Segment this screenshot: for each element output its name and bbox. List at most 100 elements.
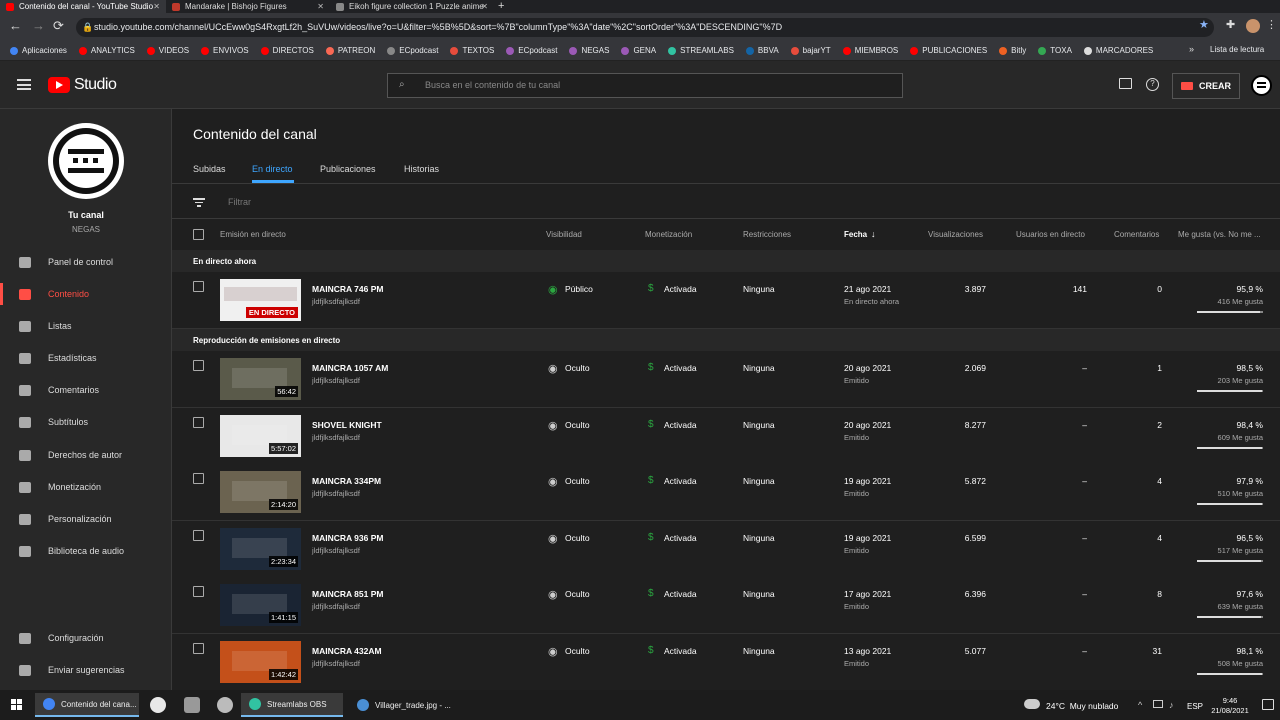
video-title[interactable]: MAINCRA 1057 AM xyxy=(312,363,388,373)
more-bookmarks-icon[interactable]: » xyxy=(1189,44,1194,54)
bookmark-item[interactable]: ANALYTICS xyxy=(78,46,135,55)
volume-icon[interactable]: ♪ xyxy=(1169,700,1174,710)
taskbar-app[interactable]: Contenido del cana... xyxy=(35,693,139,717)
content-tab[interactable]: En directo xyxy=(252,164,293,174)
sidebar-item[interactable]: Listas xyxy=(0,311,172,341)
filter-input[interactable]: Filtrar xyxy=(228,197,251,207)
new-tab-icon[interactable]: + xyxy=(498,0,504,12)
row-checkbox[interactable] xyxy=(193,281,204,292)
row-checkbox[interactable] xyxy=(193,642,204,654)
bookmark-item[interactable]: BBVA xyxy=(745,46,779,55)
bookmark-item[interactable]: GENA xyxy=(621,46,656,55)
visibility-status[interactable]: Oculto xyxy=(565,646,590,656)
sidebar-item[interactable]: Estadísticas xyxy=(0,343,172,373)
bookmark-item[interactable]: PATREON xyxy=(325,46,375,55)
visibility-status[interactable]: Público xyxy=(565,284,593,294)
bookmark-item[interactable]: ENVIVOS xyxy=(201,46,249,55)
help-icon[interactable]: ? xyxy=(1146,78,1159,91)
row-checkbox[interactable] xyxy=(193,360,204,371)
video-thumbnail[interactable]: 56:42 xyxy=(220,358,301,400)
table-row[interactable]: 56:42 MAINCRA 1057 AM jldfjlksdfajlksdf ◉ Oc… xyxy=(172,351,1280,408)
weather-text[interactable]: 24°C Muy nublado xyxy=(1046,701,1118,711)
video-title[interactable]: MAINCRA 851 PM xyxy=(312,589,383,599)
monetization-status[interactable]: Activada xyxy=(664,363,697,373)
monetization-status[interactable]: Activada xyxy=(664,476,697,486)
column-header[interactable]: Fecha xyxy=(844,230,867,239)
network-icon[interactable] xyxy=(1153,700,1163,708)
sidebar-item[interactable]: Derechos de autor xyxy=(0,440,172,470)
tab-close-icon[interactable]: ✕ xyxy=(481,2,488,11)
table-row[interactable]: 2:14:20 MAINCRA 334PM jldfjlksdfajlksdf ◉ Oc… xyxy=(172,464,1280,521)
video-thumbnail[interactable]: 1:41:15 xyxy=(220,584,301,626)
sidebar-item[interactable]: Panel de control xyxy=(0,247,172,277)
sort-arrow-icon[interactable]: ↓ xyxy=(871,229,876,239)
profile-avatar[interactable] xyxy=(1246,19,1260,33)
table-row[interactable]: 1:42:42 MAINCRA 432AM jldfjlksdfajlksdf ◉ Oc… xyxy=(172,633,1280,691)
forward-icon[interactable]: → xyxy=(32,18,45,33)
browser-tab[interactable]: Eikoh figure collection 1 Puzzle anime ✕ xyxy=(330,0,494,13)
account-avatar[interactable] xyxy=(1251,75,1272,96)
select-all-checkbox[interactable] xyxy=(193,229,204,240)
monetization-status[interactable]: Activada xyxy=(664,420,697,430)
video-thumbnail[interactable]: 2:14:20 xyxy=(220,471,301,513)
back-icon[interactable]: ← xyxy=(9,18,22,33)
browser-tab[interactable]: Contenido del canal - YouTube Studio ✕ xyxy=(0,0,166,13)
column-header[interactable]: Comentarios xyxy=(1114,230,1159,239)
video-thumbnail[interactable]: EN DIRECTO xyxy=(220,279,301,321)
bookmark-item[interactable]: ECpodcast xyxy=(506,46,557,55)
visibility-status[interactable]: Oculto xyxy=(565,589,590,599)
hamburger-icon[interactable] xyxy=(17,79,31,90)
bookmark-item[interactable]: PUBLICACIONES xyxy=(910,46,987,55)
video-title[interactable]: SHOVEL KNIGHT xyxy=(312,420,382,430)
row-checkbox[interactable] xyxy=(193,529,204,541)
app-icon-3[interactable] xyxy=(217,697,233,713)
table-row[interactable]: 1:41:15 MAINCRA 851 PM jldfjlksdfajlksdf ◉ O… xyxy=(172,577,1280,634)
bookmark-item[interactable]: DIRECTOS xyxy=(260,46,314,55)
visibility-status[interactable]: Oculto xyxy=(565,363,590,373)
video-thumbnail[interactable]: 5:57:02 xyxy=(220,414,301,457)
bookmark-item[interactable]: TOXA xyxy=(1038,46,1072,55)
video-title[interactable]: MAINCRA 334PM xyxy=(312,476,381,486)
sidebar-item[interactable]: Contenido xyxy=(0,279,172,309)
feedback-icon[interactable] xyxy=(1119,78,1132,89)
star-icon[interactable]: ★ xyxy=(1199,18,1209,31)
tray-chevron-icon[interactable]: ^ xyxy=(1138,700,1142,710)
address-bar[interactable]: 🔒 studio.youtube.com/channel/UCcEww0gS4R… xyxy=(76,18,1214,37)
video-title[interactable]: MAINCRA 936 PM xyxy=(312,533,383,543)
filter-icon[interactable] xyxy=(193,198,205,207)
monetization-status[interactable]: Activada xyxy=(664,533,697,543)
video-title[interactable]: MAINCRA 746 PM xyxy=(312,284,383,294)
tab-close-icon[interactable]: ✕ xyxy=(317,2,324,11)
sidebar-item[interactable]: Personalización xyxy=(0,504,172,534)
sidebar-item[interactable]: Monetización xyxy=(0,472,172,502)
column-header[interactable]: Me gusta (vs. No me ... xyxy=(1178,230,1261,239)
column-header[interactable]: Visualizaciones xyxy=(928,230,983,239)
visibility-status[interactable]: Oculto xyxy=(565,420,590,430)
bookmark-item[interactable]: NEGAS xyxy=(569,46,609,55)
bookmark-item[interactable]: VIDEOS xyxy=(146,46,189,55)
row-checkbox[interactable] xyxy=(193,416,204,428)
visibility-status[interactable]: Oculto xyxy=(565,476,590,486)
sidebar-bottom-item[interactable]: Configuración xyxy=(0,623,172,653)
sidebar-bottom-item[interactable]: Enviar sugerencias xyxy=(0,655,172,685)
content-tab[interactable]: Subidas xyxy=(193,164,226,174)
content-tab[interactable]: Historias xyxy=(404,164,439,174)
video-thumbnail[interactable]: 1:42:42 xyxy=(220,640,301,683)
bookmark-item[interactable]: MARCADORES xyxy=(1083,46,1153,55)
create-button[interactable]: CREAR xyxy=(1172,73,1240,99)
sidebar-item[interactable]: Biblioteca de audio xyxy=(0,536,172,566)
table-row[interactable]: 5:57:02 SHOVEL KNIGHT jldfjlksdfajlksdf ◉ Oc… xyxy=(172,407,1280,465)
monetization-status[interactable]: Activada xyxy=(664,646,697,656)
taskbar-app[interactable]: Villager_trade.jpg - ... xyxy=(349,693,453,717)
extensions-icon[interactable]: ✚ xyxy=(1226,18,1235,31)
table-row[interactable]: EN DIRECTO MAINCRA 746 PM jldfjlksdfajlksd… xyxy=(172,272,1280,329)
bookmark-item[interactable]: STREAMLABS xyxy=(668,46,734,55)
search-input[interactable]: ⌕ Busca en el contenido de tu canal xyxy=(387,73,903,98)
app-icon-2[interactable] xyxy=(184,697,200,713)
menu-icon[interactable]: ⋮ xyxy=(1266,18,1277,31)
windows-start-icon[interactable] xyxy=(11,699,23,711)
bookmark-item[interactable]: Bitly xyxy=(999,46,1026,55)
monetization-status[interactable]: Activada xyxy=(664,284,697,294)
language-indicator[interactable]: ESP xyxy=(1187,702,1203,711)
channel-avatar[interactable] xyxy=(48,123,124,199)
